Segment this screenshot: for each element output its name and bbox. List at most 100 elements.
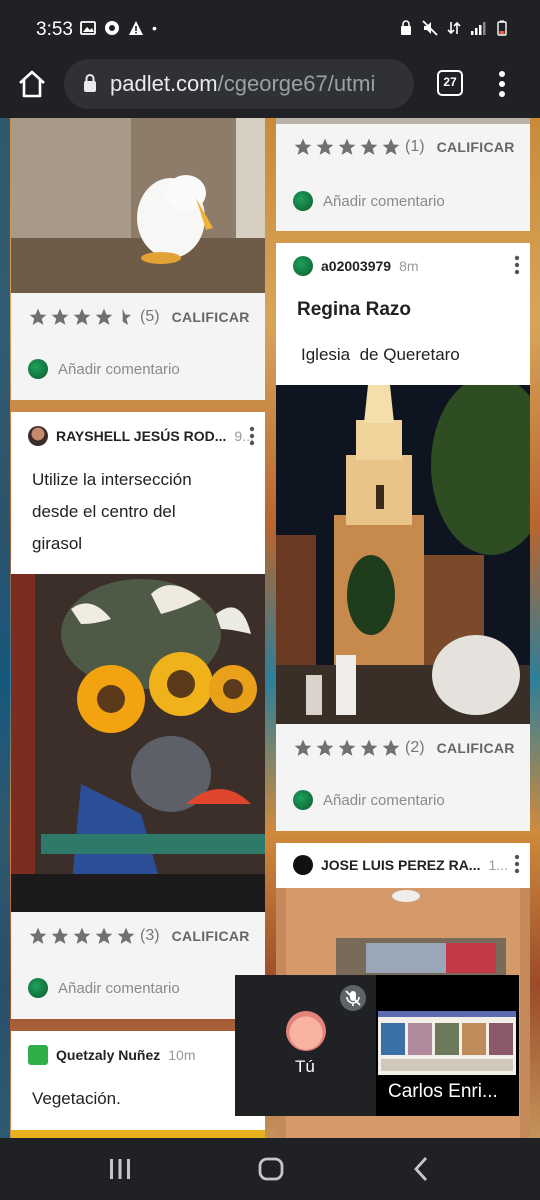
star-icon[interactable] — [28, 307, 48, 327]
remote-participant-tile[interactable]: Carlos Enri... — [376, 975, 519, 1116]
lock-badge-icon — [401, 20, 411, 35]
android-nav-bar — [0, 1138, 540, 1200]
author-name: JOSE LUIS PEREZ RA... — [321, 857, 481, 873]
duck-photo[interactable] — [11, 118, 265, 293]
post-body: Utilize la intersección desde el centro … — [32, 464, 192, 560]
star-icon[interactable] — [337, 137, 357, 157]
sunflower-painting[interactable] — [11, 574, 265, 912]
rating-stars[interactable]: (2) CALIFICAR — [293, 738, 515, 758]
star-icon[interactable] — [72, 307, 92, 327]
star-icon[interactable] — [293, 137, 313, 157]
tab-switcher-button[interactable]: 27 — [437, 70, 463, 96]
status-right-icons — [398, 20, 510, 36]
add-comment-label: Añadir comentario — [58, 360, 180, 378]
user-avatar — [28, 359, 48, 379]
status-time: 3:53 — [36, 19, 73, 40]
signal-icon — [471, 22, 486, 35]
star-icon[interactable] — [50, 307, 70, 327]
post-time: 10m — [168, 1047, 196, 1063]
post-author: a02003979 8m — [293, 256, 419, 276]
author-avatar — [28, 1045, 48, 1065]
rating-stars[interactable]: (3) CALIFICAR — [28, 926, 250, 946]
regina-card-footer: (2) CALIFICAR Añadir comentario — [276, 724, 530, 831]
add-comment[interactable]: Añadir comentario — [293, 790, 445, 810]
calificar-button[interactable]: CALIFICAR — [437, 740, 515, 756]
post-author: Quetzaly Nuñez 10m — [28, 1045, 195, 1065]
calificar-button[interactable]: CALIFICAR — [172, 309, 250, 325]
star-icon[interactable] — [359, 137, 379, 157]
star-icon[interactable] — [315, 137, 335, 157]
url-text: padlet.com/cgeorge67/utmi — [110, 71, 375, 97]
author-avatar — [293, 855, 313, 875]
post-body-line: girasol — [32, 534, 83, 553]
self-label: Tú — [295, 1057, 315, 1076]
rating-count: (5) — [140, 308, 160, 325]
add-comment[interactable]: Añadir comentario — [293, 191, 445, 211]
star-icon[interactable] — [315, 738, 335, 758]
post-author: JOSE LUIS PEREZ RA... 1... — [293, 855, 508, 875]
post-body: Iglesia de Queretaro — [301, 345, 460, 364]
add-comment-label: Añadir comentario — [323, 791, 445, 809]
post-menu-icon[interactable] — [514, 255, 520, 275]
church-photo[interactable] — [276, 385, 530, 724]
remote-participant-name: Carlos Enri... — [388, 1081, 498, 1102]
chrome-icon — [105, 21, 119, 35]
star-icon[interactable] — [381, 738, 401, 758]
star-icon[interactable] — [359, 738, 379, 758]
battery-icon — [497, 20, 507, 36]
photo-edge — [276, 118, 530, 124]
star-icon[interactable] — [293, 738, 313, 758]
quetzaly-photo-edge[interactable] — [11, 1130, 265, 1138]
star-icon[interactable] — [72, 926, 92, 946]
add-comment[interactable]: Añadir comentario — [28, 359, 180, 379]
data-arrows-icon — [447, 21, 461, 35]
star-icon[interactable] — [116, 926, 136, 946]
author-name: Quetzaly Nuñez — [56, 1047, 161, 1063]
author-name: RAYSHELL JESÚS ROD... — [56, 428, 227, 444]
post-menu-icon[interactable] — [514, 854, 520, 874]
user-avatar — [28, 978, 48, 998]
star-icon[interactable] — [94, 926, 114, 946]
address-bar[interactable]: padlet.com/cgeorge67/utmi — [64, 59, 414, 109]
post-time: 1... — [488, 857, 508, 873]
star-icon[interactable] — [94, 307, 114, 327]
post-card-jose[interactable]: JOSE LUIS PEREZ RA... 1... — [276, 843, 530, 888]
post-card-regina[interactable]: a02003979 8m Regina Razo Iglesia de Quer… — [276, 243, 530, 385]
url-domain: padlet.com — [110, 71, 218, 96]
rating-count: (2) — [405, 739, 425, 756]
author-avatar — [293, 256, 313, 276]
star-icon[interactable] — [381, 137, 401, 157]
rating-stars[interactable]: (1) CALIFICAR — [293, 137, 515, 157]
overflow-menu-icon[interactable] — [496, 68, 508, 100]
home-icon[interactable] — [16, 68, 48, 100]
add-comment-label: Añadir comentario — [58, 979, 180, 997]
post-menu-icon[interactable] — [249, 426, 255, 446]
top-right-card-footer: (1) CALIFICAR Añadir comentario — [276, 118, 530, 231]
calificar-button[interactable]: CALIFICAR — [437, 139, 515, 155]
recents-icon[interactable] — [108, 1158, 132, 1180]
rating-stars[interactable]: (5) CALIFICAR — [28, 307, 250, 327]
warning-icon — [129, 21, 143, 35]
post-body-line: Utilize la intersección — [32, 470, 192, 489]
notification-dot: • — [152, 20, 157, 36]
lock-icon — [84, 74, 96, 92]
add-comment-label: Añadir comentario — [323, 192, 445, 210]
post-card-rayshell[interactable]: RAYSHELL JESÚS ROD... 9... Utilize la in… — [11, 412, 265, 574]
browser-toolbar: padlet.com/cgeorge67/utmi 27 — [0, 58, 540, 118]
mic-off-icon[interactable] — [340, 985, 366, 1011]
post-card-quetzaly[interactable]: Quetzaly Nuñez 10m Vegetación. — [11, 1031, 265, 1138]
star-icon[interactable] — [337, 738, 357, 758]
author-name: a02003979 — [321, 258, 392, 274]
back-icon[interactable] — [412, 1156, 430, 1182]
half-star-icon[interactable] — [116, 307, 136, 327]
add-comment[interactable]: Añadir comentario — [28, 978, 180, 998]
post-author: RAYSHELL JESÚS ROD... 9... — [28, 426, 254, 446]
post-body-line: desde el centro del — [32, 502, 176, 521]
star-icon[interactable] — [50, 926, 70, 946]
rating-count: (1) — [405, 138, 425, 155]
home-nav-icon[interactable] — [258, 1157, 284, 1181]
star-icon[interactable] — [28, 926, 48, 946]
rayshell-card-footer: (3) CALIFICAR Añadir comentario — [11, 912, 265, 1019]
calificar-button[interactable]: CALIFICAR — [172, 928, 250, 944]
video-call-overlay[interactable]: Tú Carlos Enri... — [235, 975, 519, 1116]
